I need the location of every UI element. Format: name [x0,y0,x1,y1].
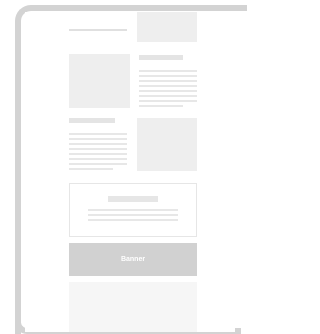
text-line [69,148,127,150]
text-line [139,95,197,97]
text-line [69,158,127,160]
text-line [69,168,113,170]
text-line [139,75,197,77]
text-line [88,209,178,211]
banner-label: Banner [120,256,146,263]
text-line [69,153,127,155]
footer-placeholder [69,282,197,332]
text-line [139,70,197,72]
text-line [69,29,127,31]
text-line [139,105,183,107]
text-line [69,143,127,145]
text-heading [139,55,183,60]
text-heading [69,118,115,123]
text-line [69,138,127,140]
image-placeholder [137,12,197,42]
text-line [88,214,178,216]
image-placeholder [69,54,130,108]
text-line [139,85,197,87]
text-line [139,90,197,92]
text-line [88,219,178,221]
content-card [69,183,197,237]
text-line [139,100,197,102]
text-line [139,80,197,82]
text-line [69,133,127,135]
text-line [69,163,127,165]
card-title [108,196,158,202]
wireframe-screen: Banner [25,12,235,332]
image-placeholder [137,118,197,171]
banner: Banner [69,243,197,276]
